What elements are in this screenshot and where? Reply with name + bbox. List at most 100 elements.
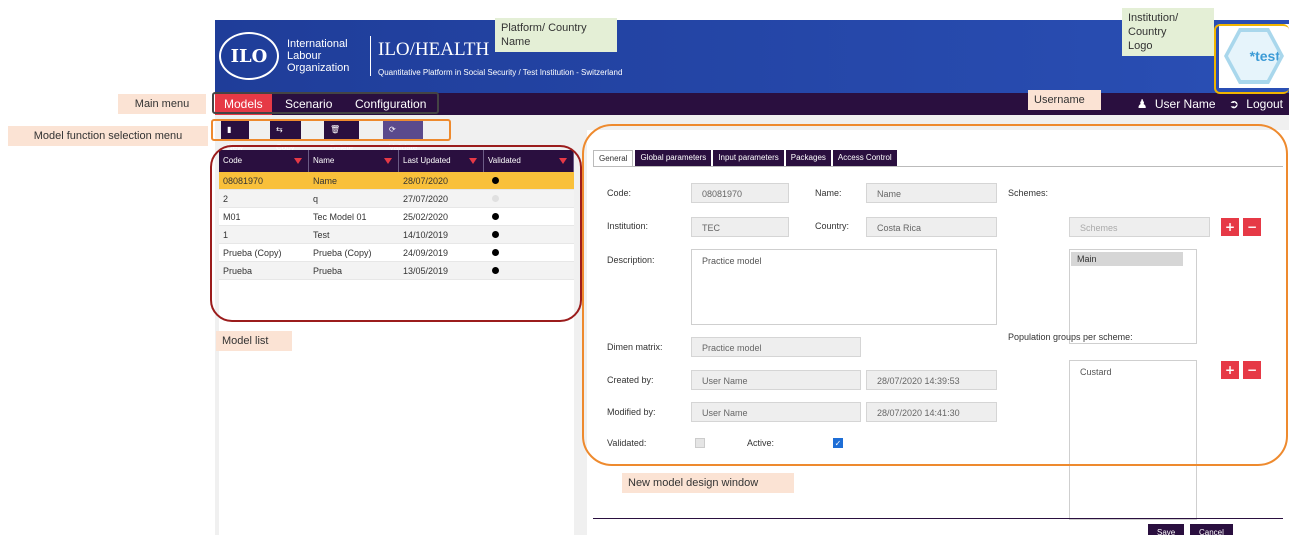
validated-dot-icon — [492, 195, 499, 202]
ilo-logo: ILO — [219, 32, 279, 80]
col-validated[interactable]: Validated — [484, 150, 574, 172]
filter-icon[interactable] — [559, 158, 567, 164]
tab-packages[interactable]: Packages — [785, 150, 831, 166]
table-row[interactable]: M01 Tec Model 01 25/02/2020 — [219, 208, 574, 226]
tab-global-parameters[interactable]: Global parameters — [635, 150, 712, 166]
name-label: Name: — [815, 188, 842, 198]
grid-body: 08081970 Name 28/07/2020 2 q 27/07/2020 M01 Tec… — [219, 172, 574, 280]
cell-updated: 28/07/2020 — [403, 176, 449, 186]
username[interactable]: User Name — [1155, 97, 1216, 111]
add-scheme-button[interactable]: + — [1221, 218, 1239, 236]
nav-models[interactable]: Models — [215, 93, 272, 115]
tab-divider — [593, 166, 1283, 167]
cell-code: M01 — [223, 212, 241, 222]
validated-checkbox[interactable] — [695, 438, 705, 448]
validated-dot-icon — [492, 177, 499, 184]
modified-by-field: User Name — [691, 402, 861, 422]
country-field[interactable]: Costa Rica — [866, 217, 997, 237]
col-last-updated[interactable]: Last Updated — [399, 150, 484, 172]
schemes-select[interactable]: Schemes — [1069, 217, 1210, 237]
cell-validated — [484, 262, 574, 279]
col-name[interactable]: Name — [309, 150, 399, 172]
cell-code: Prueba (Copy) — [223, 248, 282, 258]
new-button[interactable]: ▮ New — [221, 121, 250, 152]
grid-header: Code Name Last Updated Validated — [219, 150, 574, 172]
col-code[interactable]: Code — [219, 150, 309, 172]
institution-field[interactable]: TEC — [691, 217, 789, 237]
cell-validated — [484, 172, 574, 189]
institution-label: Institution: — [607, 221, 649, 231]
validated-dot-icon — [492, 249, 499, 256]
population-item[interactable]: Custard — [1080, 367, 1186, 377]
panel-footer-divider — [593, 518, 1283, 519]
copy-button[interactable]: ⇆ Copy — [270, 121, 301, 152]
validate-button[interactable]: ⟳ Validate — [383, 121, 424, 152]
table-row[interactable]: Prueba Prueba 13/05/2019 — [219, 262, 574, 280]
cell-updated: 13/05/2019 — [403, 266, 449, 276]
delete-button[interactable]: 🗑 Delete — [324, 121, 360, 152]
cell-name: Prueba — [313, 266, 343, 276]
app-subtitle: Quantitative Platform in Social Security… — [378, 68, 623, 77]
name-field[interactable]: Name — [866, 183, 997, 203]
logout-icon[interactable]: ➲ — [1229, 97, 1239, 111]
save-button[interactable]: Save — [1148, 524, 1185, 535]
cell-code: 2 — [223, 194, 229, 204]
callout-design-window: New model design window — [622, 473, 794, 493]
add-population-button[interactable]: + — [1221, 361, 1239, 379]
tab-general[interactable]: General — [593, 150, 634, 166]
scheme-item[interactable]: Main — [1071, 252, 1183, 266]
code-field[interactable]: 08081970 — [691, 183, 789, 203]
filter-icon[interactable] — [294, 158, 302, 164]
population-list[interactable]: Custard — [1069, 360, 1197, 520]
active-label: Active: — [747, 438, 775, 448]
nav-scenario[interactable]: Scenario — [276, 93, 341, 115]
user-icon: ♟ — [1136, 97, 1148, 111]
country-label: Country: — [815, 221, 850, 231]
callout-function-menu: Model function selection menu — [8, 126, 208, 146]
main-menu: Models Scenario Configuration ♟ User Nam… — [215, 93, 1289, 115]
description-textarea[interactable]: Practice model — [691, 249, 997, 325]
tab-bar: General Global parameters Input paramete… — [593, 150, 899, 166]
cell-updated: 24/09/2019 — [403, 248, 449, 258]
population-label: Population groups per scheme: — [1008, 332, 1133, 342]
validated-dot-icon — [492, 213, 499, 220]
cell-updated: 27/07/2020 — [403, 194, 449, 204]
cell-code: 1 — [223, 230, 229, 240]
cell-name: Prueba (Copy) — [313, 248, 372, 258]
app-window: ILO International Labour Organization IL… — [215, 20, 1289, 535]
cell-name: Test — [313, 230, 330, 240]
header-divider — [370, 36, 371, 76]
modified-at-field: 28/07/2020 14:41:30 — [866, 402, 997, 422]
cell-updated: 25/02/2020 — [403, 212, 449, 222]
validated-label: Validated: — [607, 438, 647, 448]
tab-access-control[interactable]: Access Control — [832, 150, 897, 166]
schemes-list[interactable]: Main — [1069, 249, 1197, 344]
created-label: Created by: — [607, 375, 654, 385]
table-row[interactable]: Prueba (Copy) Prueba (Copy) 24/09/2019 — [219, 244, 574, 262]
table-row[interactable]: 08081970 Name 28/07/2020 — [219, 172, 574, 190]
schemes-label: Schemes: — [1008, 188, 1049, 198]
validated-dot-icon — [492, 267, 499, 274]
callout-platform: Platform/ Country Name — [495, 18, 617, 52]
active-checkbox[interactable]: ✓ — [833, 438, 843, 448]
code-label: Code: — [607, 188, 632, 198]
table-row[interactable]: 1 Test 14/10/2019 — [219, 226, 574, 244]
cell-name: Name — [313, 176, 338, 186]
org-name: International Labour Organization — [287, 38, 350, 74]
cancel-button[interactable]: Cancel — [1190, 524, 1233, 535]
dimen-field[interactable]: Practice model — [691, 337, 861, 357]
cell-validated — [484, 208, 574, 225]
cell-updated: 14/10/2019 — [403, 230, 449, 240]
created-at-field: 28/07/2020 14:39:53 — [866, 370, 997, 390]
user-area: ♟ User Name ➲ Logout — [1133, 93, 1283, 115]
logout-link[interactable]: Logout — [1246, 97, 1283, 111]
filter-icon[interactable] — [469, 158, 477, 164]
remove-scheme-button[interactable]: − — [1243, 218, 1261, 236]
table-row[interactable]: 2 q 27/07/2020 — [219, 190, 574, 208]
institution-logo: *test — [1219, 24, 1289, 88]
nav-configuration[interactable]: Configuration — [346, 93, 435, 115]
tab-input-parameters[interactable]: Input parameters — [713, 150, 784, 166]
filter-icon[interactable] — [384, 158, 392, 164]
remove-population-button[interactable]: − — [1243, 361, 1261, 379]
app-title: ILO/HEALTH — [378, 39, 490, 60]
